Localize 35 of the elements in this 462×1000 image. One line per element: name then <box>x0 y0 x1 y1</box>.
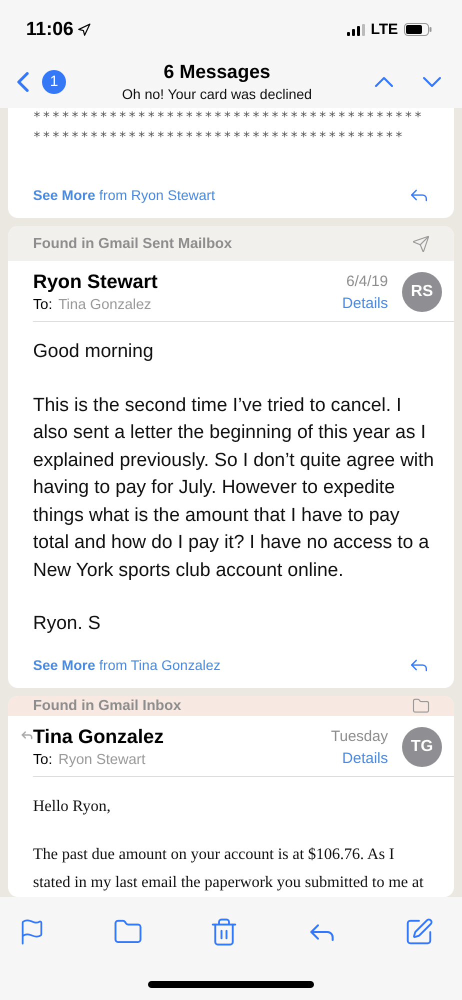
message-date: Tuesday <box>331 728 388 744</box>
mailbox-label: Found in Gmail Inbox <box>33 698 182 714</box>
avatar: TG <box>402 727 442 767</box>
to-label: To: <box>33 297 52 313</box>
battery-icon <box>404 23 432 36</box>
see-more-link[interactable]: See More from Tina Gonzalez <box>33 656 221 672</box>
message-paragraph: This is the second time I’ve tried to cancel. I also sent a letter the beginning of this year as I explained previously. So I don’t quite agree with having to pay for July. However to expedite things what is the amount that I have to pay total and how do I pay it? I have no access to a New York sports club account online. <box>33 394 434 582</box>
message-date: 6/4/19 <box>346 272 388 290</box>
trash-icon[interactable] <box>209 917 239 947</box>
details-link[interactable]: Details <box>342 750 388 766</box>
location-arrow-icon <box>76 22 91 36</box>
message-paragraph: The past due amount on your account is at $106.76. As I stated in my last email the paperwork you submitted to me at <box>33 845 425 893</box>
sender-name: Tina Gonzalez <box>33 726 165 749</box>
message-paragraph: Good morning <box>33 340 154 364</box>
mailbox-label: Found in Gmail Sent Mailbox <box>33 236 232 252</box>
clock: 11:06 <box>26 18 74 40</box>
recipient-name: Ryon Stewart <box>58 752 146 768</box>
sender-name: Ryon Stewart <box>33 271 159 294</box>
network-label: LTE <box>370 21 398 38</box>
paper-plane-icon <box>412 234 430 252</box>
signal-icon <box>346 24 365 36</box>
to-label: To: <box>33 752 52 768</box>
message-paragraph: Hello Ryon, <box>33 797 112 817</box>
see-more-link[interactable]: See More from Ryon Stewart <box>33 187 216 203</box>
compose-icon[interactable] <box>404 917 434 947</box>
masked-text: *************************************** <box>32 129 406 147</box>
masked-text: ***************************************** <box>32 109 425 127</box>
unread-badge: 1 <box>42 70 66 94</box>
nav-subtitle: Oh no! Your card was declined <box>122 86 312 102</box>
nav-title: 6 Messages <box>164 62 270 84</box>
details-link[interactable]: Details <box>342 294 388 312</box>
message-paragraph: Ryon. S <box>33 612 102 636</box>
avatar: RS <box>402 272 442 312</box>
folder-icon <box>412 696 430 715</box>
recipient-name: Tina Gonzalez <box>58 297 152 313</box>
